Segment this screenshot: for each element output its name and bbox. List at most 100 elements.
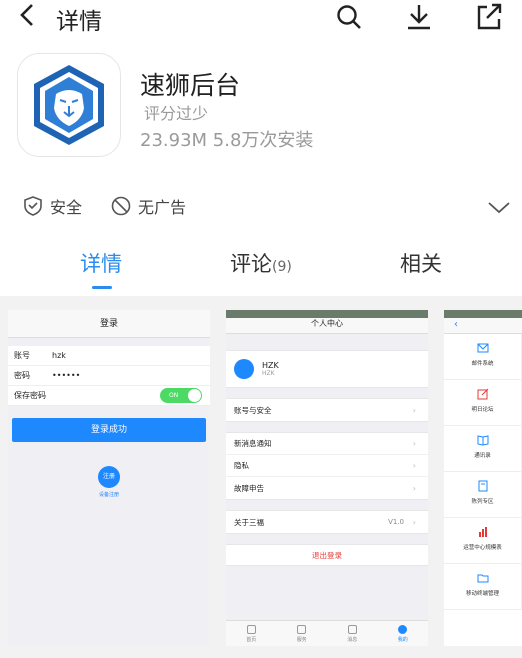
chevron-right-icon: ›: [412, 439, 416, 448]
tabbar-service: 服务: [277, 621, 328, 646]
app-rating: 评分过少: [144, 104, 209, 123]
tab-comments[interactable]: 评论(9): [230, 248, 292, 278]
account-row: 账号 hzk: [8, 346, 210, 366]
share-button[interactable]: [474, 2, 504, 32]
register-button: 注册: [98, 466, 120, 488]
grid-item: 明日论坛: [444, 380, 522, 426]
about-group: 关于三福 V1.0 ›: [226, 510, 428, 534]
download-icon: [408, 5, 430, 30]
screenshot-login[interactable]: 登录 账号 hzk 密码 •••••• 保存密码 ON 登录成功 注册 设备注册: [8, 310, 210, 646]
search-button[interactable]: [334, 2, 364, 32]
status-bar: [226, 310, 428, 318]
tabbar-service-label: 服务: [296, 637, 307, 643]
user-icon: [398, 625, 408, 634]
grid-item: 移动终端管理: [444, 564, 522, 610]
about-label: 关于三福: [234, 517, 264, 527]
tab-comments-label: 评论: [230, 252, 272, 276]
account-security-label: 账号与安全: [234, 405, 272, 415]
grid-item-label: 陈列专区: [471, 499, 494, 505]
page-title: 详情: [56, 9, 102, 35]
shield-check-icon: [24, 196, 42, 216]
toggle-text: ON: [169, 392, 179, 399]
top-bar: 详情: [0, 0, 522, 35]
new-message-label: 新消息通知: [234, 439, 272, 448]
tabbar-home-label: 首页: [246, 637, 257, 643]
back-button[interactable]: [14, 0, 44, 32]
login-button: 登录成功: [12, 418, 206, 442]
folder-icon: [477, 574, 488, 583]
settings-group: 新消息通知 › 隐私 › 故障申告 ›: [226, 432, 428, 500]
tabbar-mine-label: 我的: [397, 637, 408, 643]
screenshot-app-grid[interactable]: ‹ 邮件系统 明日论坛 通讯录 陈列专区 运营中心规模表 移动终端管理: [444, 310, 522, 646]
account-security-item: 账号与安全 ›: [226, 399, 428, 421]
account-value: hzk: [52, 351, 66, 360]
tabbar-home: 首页: [226, 621, 277, 646]
home-icon: [246, 625, 256, 634]
chevron-down-icon: [488, 202, 510, 214]
lion-logo-icon: [34, 65, 104, 145]
screenshot-gallery[interactable]: 登录 账号 hzk 密码 •••••• 保存密码 ON 登录成功 注册 设备注册 个…: [0, 296, 522, 658]
no-ads-badge: 无广告: [110, 194, 186, 218]
new-message-item: 新消息通知 ›: [226, 433, 428, 455]
service-icon: [297, 625, 307, 634]
safe-badge: 安全: [22, 194, 82, 218]
no-ads-label: 无广告: [138, 198, 187, 217]
no-ads-icon: [111, 196, 131, 216]
bar-chart-icon: [478, 527, 487, 537]
document-icon: [478, 480, 487, 492]
tab-indicator: [92, 286, 112, 289]
back-arrow-icon: ‹: [454, 319, 458, 330]
grid-item: 通讯录: [444, 426, 522, 472]
share-icon: [477, 3, 502, 30]
app-stats: 23.93M 5.8万次安装: [140, 130, 314, 151]
chevron-right-icon: ›: [412, 483, 416, 493]
badges-row: 安全 无广告: [0, 190, 522, 224]
register-sub-label: 设备注册: [98, 492, 119, 498]
fault-report-label: 故障申告: [234, 483, 264, 493]
grid-item: 运营中心规模表: [444, 518, 522, 564]
grid-item-label: 运营中心规模表: [463, 545, 502, 551]
grid-item-label: 邮件系统: [471, 361, 494, 367]
logout-button: 退出登录: [226, 544, 428, 566]
privacy-label: 隐私: [234, 461, 249, 470]
login-title: 登录: [8, 310, 210, 338]
mail-icon: [477, 343, 488, 353]
password-row: 密码 ••••••: [8, 366, 210, 386]
app-icon: [17, 53, 121, 157]
grid-item-label: 移动终端管理: [465, 591, 499, 597]
user-name: HZK: [262, 361, 279, 370]
tabbar-message-label: 消息: [347, 637, 358, 643]
remember-row: 保存密码 ON: [8, 386, 210, 406]
safe-label: 安全: [50, 198, 83, 217]
toggle-knob: [188, 389, 201, 402]
user-sub: HZK: [262, 370, 275, 377]
download-button[interactable]: [404, 2, 434, 32]
grid-item-label: 明日论坛: [471, 407, 494, 413]
chevron-right-icon: ›: [412, 517, 416, 527]
password-label: 密码: [14, 371, 30, 380]
password-value: ••••••: [52, 371, 81, 380]
fault-report-item: 故障申告 ›: [226, 477, 428, 499]
tabbar-message: 消息: [327, 621, 378, 646]
expand-button[interactable]: [486, 194, 512, 220]
tab-related[interactable]: 相关: [400, 248, 442, 278]
search-icon: [337, 5, 361, 29]
login-form: 账号 hzk 密码 •••••• 保存密码 ON: [8, 346, 210, 406]
status-bar: [444, 310, 522, 318]
tab-details[interactable]: 详情: [80, 248, 122, 278]
book-icon: [477, 435, 488, 446]
remember-toggle: ON: [160, 388, 202, 403]
tab-comments-count: (9): [272, 259, 292, 275]
screenshot-personal-center[interactable]: 个人中心 HZK HZK 账号与安全 › 新消息通知 › 隐私 › 故障申告 › 关于三…: [226, 310, 428, 646]
edit-icon: [477, 388, 488, 400]
grid-nav: ‹: [444, 318, 522, 334]
grid-item: 陈列专区: [444, 472, 522, 518]
account-group: 账号与安全 ›: [226, 398, 428, 422]
about-item: 关于三福 V1.0 ›: [226, 511, 428, 533]
back-arrow-icon: [20, 4, 33, 26]
avatar: [234, 359, 254, 379]
tabbar-mine: 我的: [378, 621, 429, 646]
message-icon: [347, 625, 357, 634]
personal-center-title: 个人中心: [226, 318, 428, 334]
chevron-right-icon: ›: [412, 461, 416, 470]
